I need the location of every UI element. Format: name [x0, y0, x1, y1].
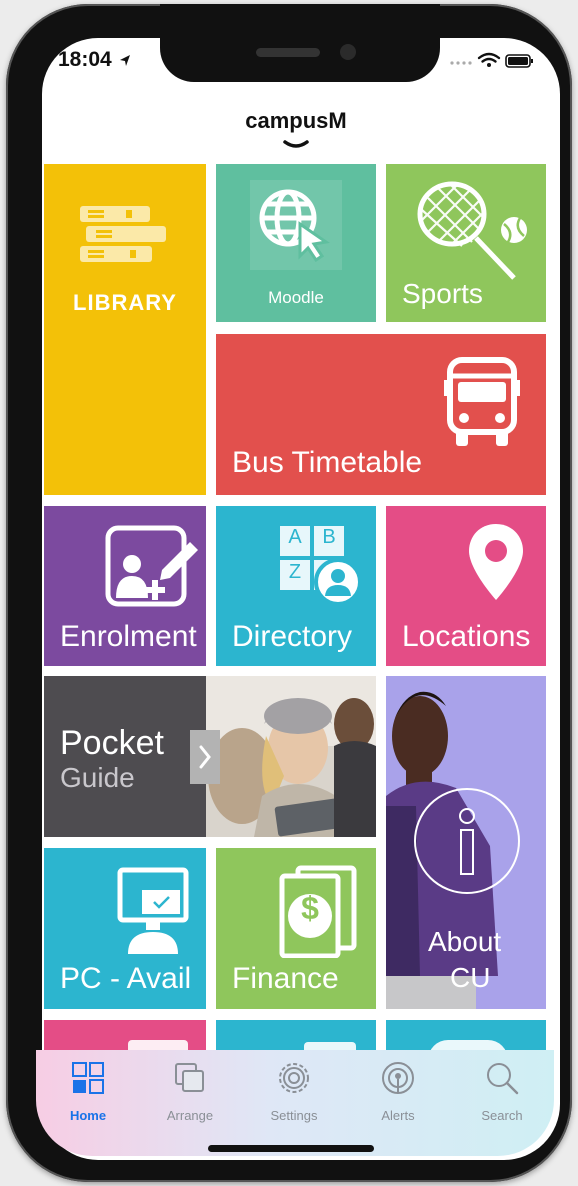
tab-alerts[interactable]: Alerts — [350, 1056, 446, 1126]
tile-enrolment-label: Enrolment — [60, 620, 197, 653]
chevron-right-icon — [199, 745, 211, 769]
students-photo — [206, 676, 376, 837]
tab-home-label: Home — [69, 1108, 107, 1123]
grid-squares-icon — [72, 1062, 104, 1094]
front-camera — [340, 44, 356, 60]
dollar-sign-icon: $ — [301, 890, 319, 926]
status-time: 18:04 — [58, 48, 112, 71]
tile-sports-label: Sports — [402, 278, 483, 309]
search-icon — [487, 1063, 519, 1095]
broadcast-icon — [382, 1062, 414, 1094]
tile-about-cu[interactable]: About CU — [386, 676, 546, 1009]
tab-home[interactable]: Home — [40, 1056, 136, 1126]
tile-about-label-line1: About — [428, 926, 502, 957]
tab-search[interactable]: Search — [454, 1056, 550, 1126]
tile-library[interactable]: LIBRARY — [44, 164, 206, 495]
directory-letter-z: Z — [288, 561, 302, 583]
gear-icon — [279, 1063, 309, 1093]
tab-arrange-label: Arrange — [166, 1108, 214, 1123]
pocket-guide-title: Pocket — [60, 724, 164, 762]
tile-sports[interactable]: Sports — [386, 164, 546, 322]
tile-bus-timetable[interactable]: Bus Timetable — [216, 334, 546, 495]
tile-enrolment[interactable]: Enrolment — [44, 506, 206, 666]
battery-icon — [505, 54, 533, 68]
tab-alerts-label: Alerts — [381, 1108, 415, 1123]
pocket-guide-subtitle: Guide — [60, 762, 135, 793]
tile-library-label: LIBRARY — [73, 290, 177, 315]
tile-locations[interactable]: Locations — [386, 506, 546, 666]
speaker-grille — [256, 48, 320, 57]
tile-moodle-label: Moodle — [268, 288, 324, 307]
tab-settings[interactable]: Settings — [246, 1056, 342, 1126]
tile-directory-label: Directory — [232, 620, 353, 653]
tile-pc-label: PC - Avail — [60, 962, 192, 995]
tile-pc-avail[interactable]: PC - Avail — [44, 848, 206, 1009]
tile-finance[interactable]: $ Finance — [216, 848, 376, 1009]
tab-settings-label: Settings — [270, 1108, 318, 1123]
tile-grid: LIBRARY Moodle Sports Bus Timetable Enro… — [0, 0, 578, 1186]
tab-arrange[interactable]: Arrange — [142, 1056, 238, 1126]
chevron-down-icon[interactable] — [282, 138, 310, 152]
tile-about-label-line2: CU — [450, 962, 491, 993]
enrolment-icon — [105, 525, 198, 607]
monitor-icon — [117, 867, 189, 954]
tab-bar: Home Arrange Settings Alerts Search — [36, 1050, 554, 1156]
status-icons — [450, 52, 533, 68]
tile-pocket-guide[interactable]: Pocket Guide — [44, 676, 376, 837]
map-pin-icon — [469, 524, 523, 600]
info-icon — [414, 788, 520, 894]
overlapping-squares-icon — [175, 1063, 204, 1092]
tile-directory[interactable]: A B Z Directory — [216, 506, 376, 666]
app-title: campusM — [245, 108, 347, 133]
tab-search-label: Search — [481, 1108, 523, 1123]
directory-letter-a: A — [288, 526, 302, 548]
notch — [160, 4, 440, 82]
home-indicator — [208, 1145, 374, 1152]
location-arrow-icon — [120, 55, 130, 66]
tennis-racket-icon — [417, 181, 527, 280]
tile-locations-label: Locations — [402, 620, 531, 653]
bus-icon — [444, 357, 520, 446]
books-icon — [80, 206, 166, 262]
tile-bus-label: Bus Timetable — [232, 446, 423, 479]
wifi-icon — [477, 52, 501, 63]
directory-letter-b: B — [322, 526, 336, 548]
pocket-guide-arrow[interactable] — [190, 730, 220, 784]
tile-finance-label: Finance — [232, 962, 339, 995]
globe-cursor-icon — [259, 189, 330, 262]
signal-dots-icon — [450, 61, 472, 65]
tile-moodle[interactable]: Moodle — [216, 164, 376, 322]
